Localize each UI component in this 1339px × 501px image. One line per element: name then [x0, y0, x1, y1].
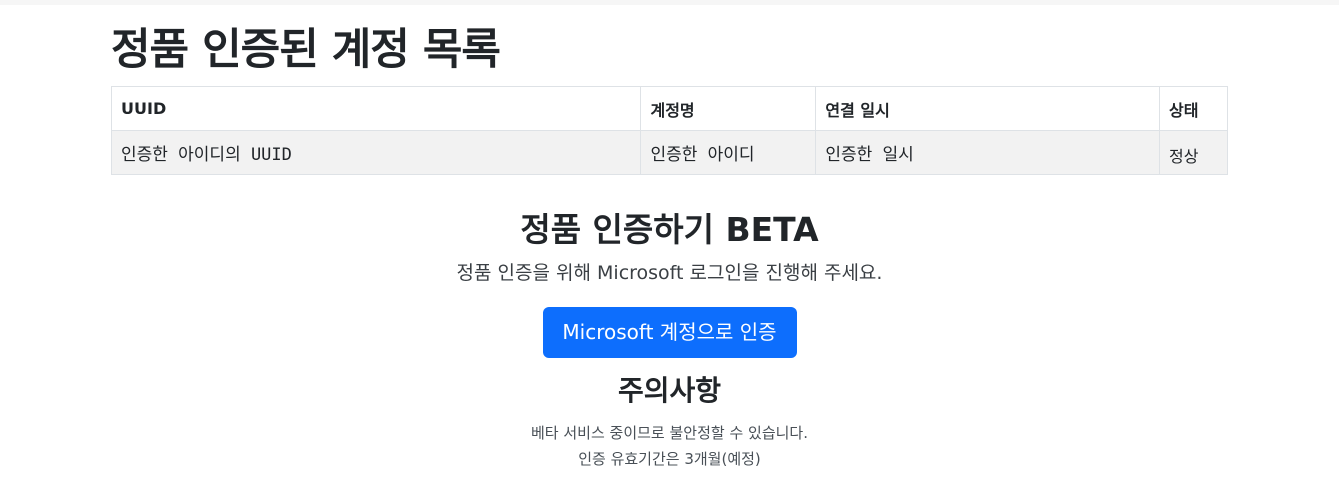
column-header-account-name: 계정명: [640, 86, 817, 131]
page-title: 정품 인증된 계정 목록: [111, 25, 501, 75]
notice-line-validity: 인증 유효기간은 3개월(예정): [578, 450, 761, 468]
column-header-status: 상태: [1159, 86, 1228, 131]
cell-status: 정상: [1159, 130, 1228, 175]
verify-section-description: 정품 인증을 위해 Microsoft 로그인을 진행해 주세요.: [456, 262, 883, 284]
notice-title: 주의사항: [617, 374, 722, 407]
accounts-table: UUID 계정명 연결 일시 상태 인증한 아이디의 UUID 인증한 아이디 …: [110, 86, 1228, 175]
microsoft-auth-button[interactable]: Microsoft 계정으로 인증: [542, 307, 797, 358]
cell-uuid: 인증한 아이디의 UUID: [110, 130, 642, 175]
table-row: 인증한 아이디의 UUID 인증한 아이디 인증한 일시 정상: [110, 130, 1228, 175]
top-bar: [0, 0, 1339, 5]
column-header-linked-date: 연결 일시: [815, 86, 1160, 131]
table-header-row: UUID 계정명 연결 일시 상태: [110, 86, 1228, 131]
column-header-uuid: UUID: [110, 86, 642, 131]
cell-linked-date: 인증한 일시: [815, 130, 1160, 175]
notice-line-beta: 베타 서비스 중이므로 불안정할 수 있습니다.: [530, 424, 808, 442]
verify-section-title: 정품 인증하기 BETA: [520, 210, 819, 249]
cell-account-name: 인증한 아이디: [640, 130, 817, 175]
verify-button-wrapper: Microsoft 계정으로 인증: [0, 307, 1339, 358]
